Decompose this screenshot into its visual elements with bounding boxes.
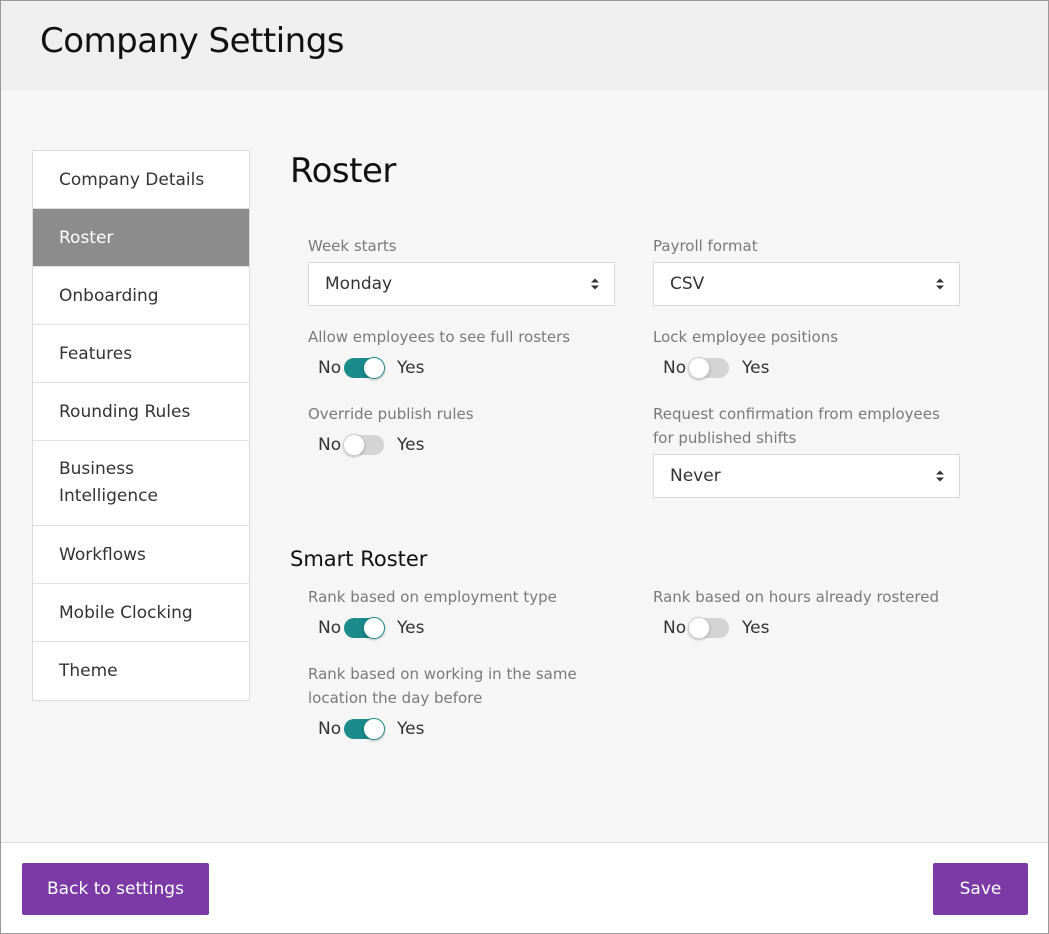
toggle-no-label: No — [663, 358, 687, 378]
week-starts-value: Monday — [325, 274, 393, 294]
week-starts-select[interactable]: Monday — [308, 262, 615, 306]
rank-same-location-label-line1: Rank based on working in the same — [308, 665, 577, 683]
toggle-yes-label: Yes — [397, 719, 425, 739]
toggle-no-label: No — [318, 618, 342, 638]
select-arrows-icon — [591, 278, 599, 290]
toggle-knob — [363, 718, 385, 740]
override-publish-toggle[interactable] — [343, 434, 384, 456]
allow-full-rosters-toggle[interactable] — [344, 357, 385, 379]
toggle-yes-label: Yes — [742, 618, 770, 638]
toggle-knob — [363, 617, 385, 639]
section-title-roster: Roster — [290, 151, 396, 191]
lock-positions-toggle-row: No Yes — [653, 356, 769, 380]
rank-employment-type-label: Rank based on employment type — [308, 588, 557, 606]
toggle-no-label: No — [318, 719, 342, 739]
sidebar-item-roster[interactable]: Roster — [33, 209, 249, 267]
toggle-yes-label: Yes — [742, 358, 770, 378]
toggle-no-label: No — [663, 618, 687, 638]
request-confirmation-value: Never — [670, 466, 721, 486]
request-confirmation-label-line1: Request confirmation from employees — [653, 405, 940, 423]
payroll-format-label: Payroll format — [653, 237, 758, 255]
rank-same-location-label-line2: location the day before — [308, 689, 483, 707]
lock-positions-label: Lock employee positions — [653, 328, 839, 346]
sidebar-item-mobile-clocking[interactable]: Mobile Clocking — [33, 584, 249, 642]
toggle-yes-label: Yes — [397, 358, 425, 378]
rank-hours-toggle[interactable] — [688, 617, 729, 639]
payroll-format-select[interactable]: CSV — [653, 262, 960, 306]
toggle-knob — [688, 357, 710, 379]
page-title: Company Settings — [40, 21, 345, 61]
request-confirmation-label: Request confirmation from employees for … — [653, 402, 940, 450]
toggle-knob — [688, 617, 710, 639]
save-button[interactable]: Save — [933, 863, 1028, 915]
rank-hours-label: Rank based on hours already rostered — [653, 588, 939, 606]
page-header: Company Settings — [1, 1, 1048, 90]
sidebar-item-business-intelligence[interactable]: Business Intelligence — [33, 441, 249, 526]
sidebar-item-onboarding[interactable]: Onboarding — [33, 267, 249, 325]
sidebar-item-features[interactable]: Features — [33, 325, 249, 383]
sidebar-item-company-details[interactable]: Company Details — [33, 151, 249, 209]
request-confirmation-label-line2: for published shifts — [653, 429, 797, 447]
section-title-smart-roster: Smart Roster — [290, 547, 428, 571]
rank-hours-toggle-row: No Yes — [653, 616, 769, 640]
override-publish-label: Override publish rules — [308, 405, 474, 423]
rank-employment-type-toggle[interactable] — [344, 617, 385, 639]
lock-positions-toggle[interactable] — [688, 357, 729, 379]
toggle-no-label: No — [318, 435, 342, 455]
rank-same-location-label: Rank based on working in the same locati… — [308, 662, 577, 710]
override-publish-toggle-row: No Yes — [308, 433, 424, 457]
sidebar-item-rounding-rules[interactable]: Rounding Rules — [33, 383, 249, 441]
toggle-knob — [343, 434, 365, 456]
page-footer: Back to settings Save — [1, 842, 1048, 933]
payroll-format-value: CSV — [670, 274, 705, 294]
allow-full-rosters-label: Allow employees to see full rosters — [308, 328, 571, 346]
allow-full-rosters-toggle-row: No Yes — [308, 356, 424, 380]
settings-window: Company Settings Company Details Roster … — [0, 0, 1049, 934]
week-starts-label: Week starts — [308, 237, 397, 255]
sidebar-item-theme[interactable]: Theme — [33, 642, 249, 700]
toggle-knob — [363, 357, 385, 379]
request-confirmation-select[interactable]: Never — [653, 454, 960, 498]
toggle-yes-label: Yes — [397, 435, 425, 455]
toggle-no-label: No — [318, 358, 342, 378]
rank-same-location-toggle-row: No Yes — [308, 717, 424, 741]
toggle-yes-label: Yes — [397, 618, 425, 638]
select-arrows-icon — [936, 278, 944, 290]
rank-employment-type-toggle-row: No Yes — [308, 616, 424, 640]
sidebar-item-workflows[interactable]: Workflows — [33, 526, 249, 584]
select-arrows-icon — [936, 470, 944, 482]
settings-sidebar: Company Details Roster Onboarding Featur… — [32, 150, 250, 701]
back-to-settings-button[interactable]: Back to settings — [22, 863, 209, 915]
rank-same-location-toggle[interactable] — [344, 718, 385, 740]
